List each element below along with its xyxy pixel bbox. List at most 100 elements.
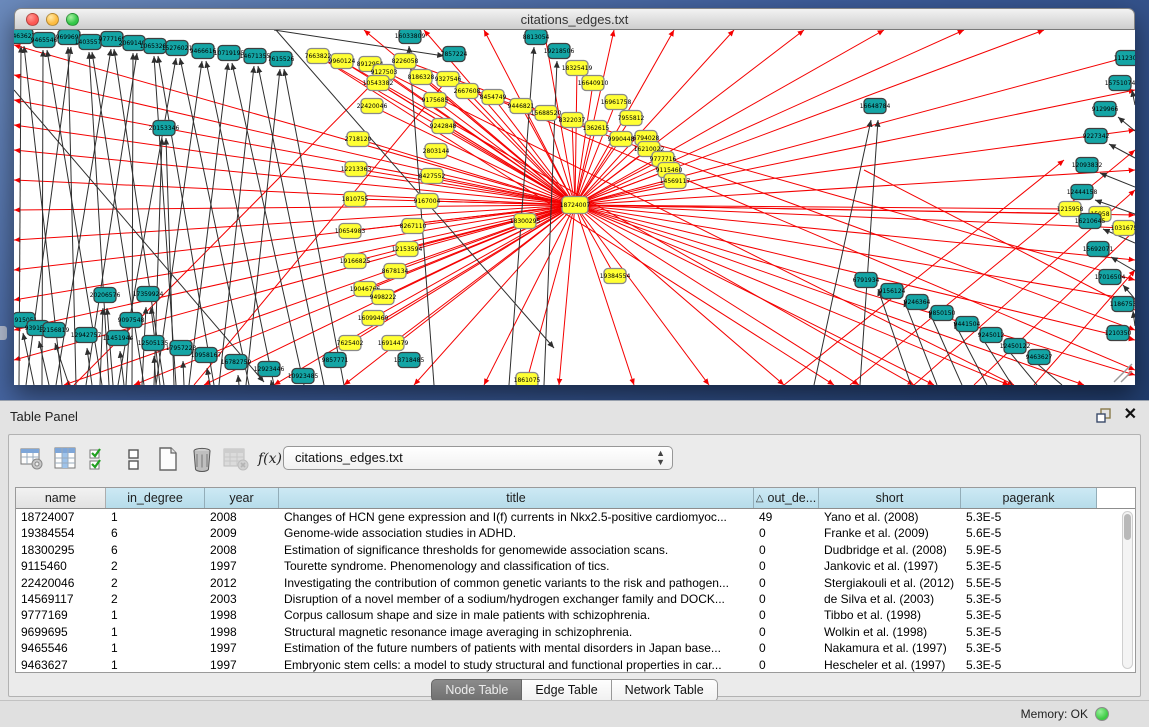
table-cell[interactable]: 0 [754, 640, 819, 656]
minimize-window-button[interactable] [46, 13, 59, 26]
table-cell[interactable]: 9115460 [16, 558, 106, 574]
table-body[interactable]: 1872400712008Changes of HCN gene express… [16, 509, 1135, 673]
table-cell[interactable]: 1 [106, 624, 205, 640]
table-cell[interactable]: 0 [754, 607, 819, 623]
table-cell[interactable]: Changes of HCN gene expression and I(f) … [279, 509, 754, 525]
table-cell[interactable]: 5.6E-5 [961, 525, 1097, 541]
canvas-resize-grip[interactable] [1114, 364, 1132, 382]
table-cell[interactable]: Hescheler et al. (1997) [819, 657, 961, 673]
table-cell[interactable]: 1 [106, 640, 205, 656]
table-cell[interactable]: Yano et al. (2008) [819, 509, 961, 525]
table-cell[interactable]: Estimation of significance thresholds fo… [279, 542, 754, 558]
table-cell[interactable]: 9777169 [16, 607, 106, 623]
table-cell[interactable]: 0 [754, 558, 819, 574]
table-cell[interactable]: Structural magnetic resonance image aver… [279, 624, 754, 640]
table-cell[interactable]: Estimation of the future numbers of pati… [279, 640, 754, 656]
table-cell[interactable]: 5.5E-5 [961, 575, 1097, 591]
table-cell[interactable]: Tourette syndrome. Phenomenology and cla… [279, 558, 754, 574]
table-cell[interactable]: Wolkin et al. (1998) [819, 624, 961, 640]
table-cell[interactable]: 2008 [205, 509, 279, 525]
table-cell[interactable]: 9463627 [16, 657, 106, 673]
table-cell[interactable]: 0 [754, 591, 819, 607]
column-header-name[interactable]: name [16, 488, 106, 508]
column-header-year[interactable]: year [205, 488, 279, 508]
float-panel-icon[interactable] [1096, 407, 1112, 423]
table-cell[interactable]: 5.3E-5 [961, 624, 1097, 640]
table-cell[interactable]: 0 [754, 542, 819, 558]
network-table-selector[interactable]: citations_edges.txt ▲▼ [283, 446, 673, 470]
function-builder-icon[interactable]: f(x) [255, 444, 285, 474]
table-row[interactable]: 1872400712008Changes of HCN gene express… [16, 509, 1135, 525]
table-row[interactable]: 1938455462009Genome-wide association stu… [16, 525, 1135, 541]
table-cell[interactable]: Embryonic stem cells: a model to study s… [279, 657, 754, 673]
table-row[interactable]: 2242004622012Investigating the contribut… [16, 575, 1135, 591]
zoom-window-button[interactable] [66, 13, 79, 26]
table-row[interactable]: 911546021997Tourette syndrome. Phenomeno… [16, 558, 1135, 574]
table-cell[interactable]: 9699695 [16, 624, 106, 640]
table-cell[interactable]: 5.3E-5 [961, 558, 1097, 574]
table-cell[interactable]: 1998 [205, 607, 279, 623]
memory-ok-indicator[interactable] [1095, 707, 1109, 721]
table-row[interactable]: 1456911722003Disruption of a novel membe… [16, 591, 1135, 607]
new-document-icon[interactable] [153, 444, 183, 474]
table-row[interactable]: 946362711997Embryonic stem cells: a mode… [16, 657, 1135, 673]
table-cell[interactable]: 18300295 [16, 542, 106, 558]
close-panel-icon[interactable]: ✕ [1124, 407, 1137, 423]
tab-node-table[interactable]: Node Table [431, 679, 522, 702]
table-cell[interactable]: Dudbridge et al. (2008) [819, 542, 961, 558]
table-cell[interactable]: 18724007 [16, 509, 106, 525]
table-row[interactable]: 946554611997Estimation of the future num… [16, 640, 1135, 656]
table-cell[interactable]: 5.3E-5 [961, 509, 1097, 525]
table-cell[interactable]: Nakamura et al. (1997) [819, 640, 961, 656]
network-nodes[interactable]: 9463627946554696996951403557497771692069… [14, 30, 1135, 385]
table-cell[interactable]: 2008 [205, 542, 279, 558]
table-cell[interactable]: Tibbo et al. (1998) [819, 607, 961, 623]
network-window-titlebar[interactable]: citations_edges.txt [14, 8, 1135, 30]
table-cell[interactable]: 9465546 [16, 640, 106, 656]
table-cell[interactable]: de Silva et al. (2003) [819, 591, 961, 607]
table-cell[interactable]: 0 [754, 525, 819, 541]
column-header-title[interactable]: title [279, 488, 754, 508]
table-cell[interactable]: 1 [106, 607, 205, 623]
delete-trash-icon[interactable] [187, 444, 217, 474]
table-cell[interactable]: 2 [106, 558, 205, 574]
table-cell[interactable]: 2 [106, 575, 205, 591]
row-height-icon[interactable] [119, 444, 149, 474]
table-cell[interactable]: 5.3E-5 [961, 640, 1097, 656]
table-cell[interactable]: Stergiakouli et al. (2012) [819, 575, 961, 591]
table-cell[interactable]: 0 [754, 624, 819, 640]
table-settings-icon[interactable] [17, 444, 47, 474]
column-header-in-degree[interactable]: in_degree [106, 488, 205, 508]
table-cell[interactable]: 6 [106, 525, 205, 541]
table-cell[interactable]: 19384554 [16, 525, 106, 541]
show-columns-icon[interactable] [51, 444, 81, 474]
vertical-scrollbar[interactable] [1122, 511, 1133, 669]
table-cell[interactable]: 1997 [205, 558, 279, 574]
table-cell[interactable]: 1998 [205, 624, 279, 640]
table-cell[interactable]: 2012 [205, 575, 279, 591]
table-cell[interactable]: 1 [106, 509, 205, 525]
table-row[interactable]: 1830029562008Estimation of significance … [16, 542, 1135, 558]
table-cell[interactable]: 5.3E-5 [961, 607, 1097, 623]
network-canvas[interactable]: 9463627946554696996951403557497771692069… [14, 30, 1135, 385]
attribute-table[interactable]: namein_degreeyeartitle△out_de...shortpag… [15, 487, 1136, 673]
table-cell[interactable]: 22420046 [16, 575, 106, 591]
table-cell[interactable]: 14569117 [16, 591, 106, 607]
table-cell[interactable]: 5.3E-5 [961, 657, 1097, 673]
tab-network-table[interactable]: Network Table [612, 679, 718, 702]
tab-edge-table[interactable]: Edge Table [522, 679, 611, 702]
table-cell[interactable]: 2009 [205, 525, 279, 541]
table-cell[interactable]: Genome-wide association studies in ADHD. [279, 525, 754, 541]
close-window-button[interactable] [26, 13, 39, 26]
table-cell[interactable]: Franke et al. (2009) [819, 525, 961, 541]
table-cell[interactable]: 1997 [205, 657, 279, 673]
column-header-out-de-[interactable]: △out_de... [754, 488, 819, 508]
table-header-row[interactable]: namein_degreeyeartitle△out_de...shortpag… [16, 488, 1135, 509]
table-row[interactable]: 977716911998Corpus callosum shape and si… [16, 607, 1135, 623]
table-cell[interactable]: 1997 [205, 640, 279, 656]
scrollbar-thumb[interactable] [1124, 514, 1131, 540]
table-cell[interactable]: Corpus callosum shape and size in male p… [279, 607, 754, 623]
table-cell[interactable]: 5.3E-5 [961, 591, 1097, 607]
table-cell[interactable]: 0 [754, 575, 819, 591]
table-cell[interactable]: 2 [106, 591, 205, 607]
